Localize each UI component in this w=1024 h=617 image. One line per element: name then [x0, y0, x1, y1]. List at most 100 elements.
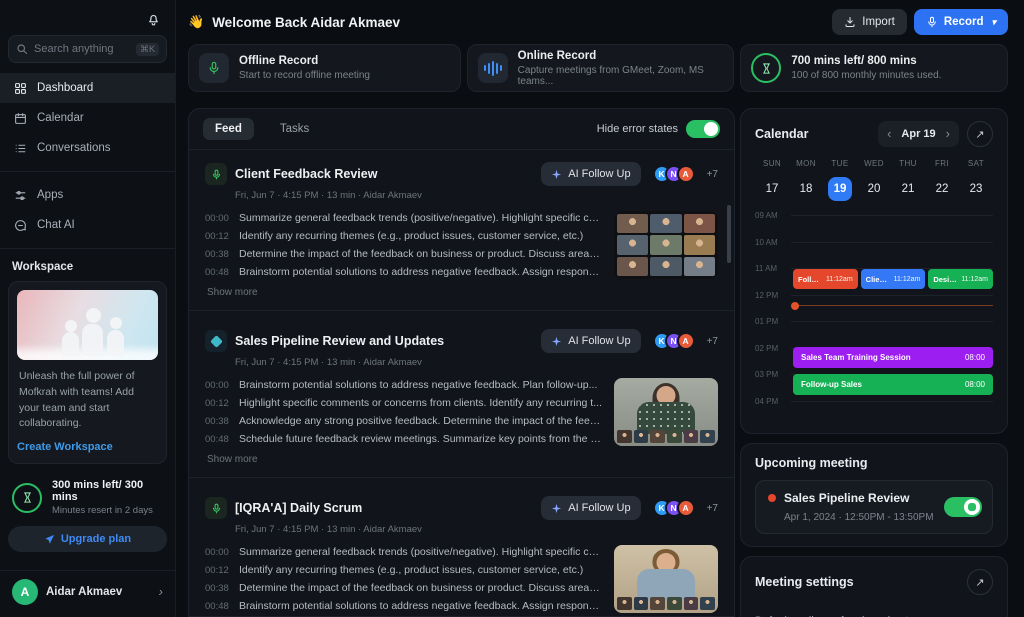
transcript-text: Highlight specific comments or concerns … [239, 397, 602, 409]
mic-icon [205, 163, 227, 185]
transcript-text: Brainstorm potential solutions to addres… [239, 600, 602, 612]
date-cell[interactable]: 17 [760, 177, 784, 201]
sidebar-item-label: Conversations [37, 142, 111, 154]
participant-avatars: KNA [659, 332, 695, 350]
calendar-event-block[interactable]: Follow-up Sales 08:00 [793, 374, 993, 395]
weekday-label: MON [796, 159, 816, 168]
calendar-day-column: MON 18 [789, 159, 823, 201]
next-date-arrow[interactable] [946, 127, 950, 140]
expand-calendar-button[interactable] [967, 121, 993, 147]
show-more-link[interactable]: Show more [207, 454, 718, 465]
tab-tasks[interactable]: Tasks [268, 118, 321, 140]
divider [0, 171, 175, 172]
upgrade-plan-button[interactable]: Upgrade plan [8, 526, 167, 552]
upcoming-meeting-item[interactable]: Sales Pipeline Review Apr 1, 2024 · 12:5… [755, 480, 993, 534]
date-cell[interactable]: 23 [964, 177, 988, 201]
ai-follow-up-button[interactable]: AI Follow Up [541, 329, 640, 353]
calendar-event-chip[interactable]: Client Fe...11:12am [861, 269, 926, 289]
online-record-card[interactable]: Online Record Capture meetings from GMee… [467, 44, 735, 92]
meeting-meta: Fri, Jun 7 · 4:15 PM · 13 min · Aidar Ak… [235, 524, 718, 535]
date-cell[interactable]: 18 [794, 177, 818, 201]
record-button[interactable]: Record [914, 9, 1008, 35]
sidebar-item-dashboard[interactable]: Dashboard [0, 73, 175, 103]
date-cell[interactable]: 21 [896, 177, 920, 201]
date-cell[interactable]: 20 [862, 177, 886, 201]
notifications-bell-icon[interactable] [146, 12, 161, 27]
user-menu[interactable]: A Aidar Akmaev [12, 579, 163, 605]
transcript-line: 00:48 Schedule future feedback review me… [205, 430, 602, 448]
sparkle-icon [551, 503, 562, 514]
show-more-link[interactable]: Show more [207, 287, 718, 298]
transcript-timestamp: 00:00 [205, 547, 231, 558]
quick-actions-row: Offline Record Start to record offline m… [188, 44, 1008, 92]
sidebar-item-label: Dashboard [37, 82, 93, 94]
search-icon [16, 43, 28, 55]
transcript-timestamp: 00:00 [205, 380, 231, 391]
weekday-label: SAT [968, 159, 984, 168]
hide-error-states-toggle[interactable] [686, 120, 720, 138]
calendar-event-chip[interactable]: Follow-u...11:12am [793, 269, 858, 289]
workspace-promo-text: Unleash the full power of Mofkrah with t… [19, 369, 156, 432]
create-workspace-link[interactable]: Create Workspace [17, 441, 113, 453]
time-row: 04 PM [755, 397, 993, 424]
transcript-text: Acknowledge any strong positive feedback… [239, 415, 602, 427]
scrollbar[interactable] [727, 205, 731, 263]
ai-follow-up-button[interactable]: AI Follow Up [541, 162, 640, 186]
transcript-line: 00:12 Identify any recurring themes (e.g… [205, 227, 602, 245]
time-label: 04 PM [755, 397, 791, 406]
transcript-timestamp: 00:12 [205, 231, 231, 242]
ai-follow-up-button[interactable]: AI Follow Up [541, 496, 640, 520]
import-button[interactable]: Import [832, 9, 907, 35]
time-label: 09 AM [755, 211, 791, 220]
time-label: 01 PM [755, 317, 791, 326]
weekday-label: FRI [935, 159, 949, 168]
sparkle-icon [551, 336, 562, 347]
calendar-date-nav: Apr 19 [878, 121, 959, 147]
sidebar-item-chat-ai[interactable]: Chat AI [0, 210, 175, 240]
weekday-label: THU [899, 159, 917, 168]
sidebar-item-calendar[interactable]: Calendar [0, 103, 175, 133]
sidebar-item-apps[interactable]: Apps [0, 180, 175, 210]
meeting-title[interactable]: Sales Pipeline Review and Updates [235, 334, 533, 348]
meeting-video-thumbnail[interactable] [614, 545, 718, 613]
calendar-day-column: THU 21 [891, 159, 925, 201]
calendar-day-column: TUE 19 [823, 159, 857, 201]
date-cell[interactable]: 19 [828, 177, 852, 201]
search-input[interactable] [34, 43, 130, 55]
date-cell[interactable]: 22 [930, 177, 954, 201]
tab-feed[interactable]: Feed [203, 118, 254, 140]
record-bot-toggle[interactable] [944, 497, 982, 517]
calendar-day-column: FRI 22 [925, 159, 959, 201]
day-schedule: 09 AM 10 AM 11 AM 12 PM 01 P [755, 211, 993, 425]
sidebar-item-label: Calendar [37, 112, 84, 124]
meeting-video-thumbnail[interactable] [614, 378, 718, 446]
mic-icon [926, 16, 938, 28]
hourglass-icon [12, 483, 42, 513]
feed-panel: Feed Tasks Hide error states Client Feed… [188, 108, 735, 617]
offline-record-card[interactable]: Offline Record Start to record offline m… [188, 44, 461, 92]
weekday-label: WED [864, 159, 884, 168]
open-settings-button[interactable] [967, 569, 993, 595]
meeting-title[interactable]: [IQRA'A] Daily Scrum [235, 501, 533, 515]
live-dot [768, 494, 776, 502]
user-name: Aidar Akmaev [46, 586, 151, 598]
meeting-title[interactable]: Client Feedback Review [235, 167, 533, 181]
sidebar: ⌘K Dashboard Calendar Conversations Apps… [0, 0, 176, 617]
time-row: 01 PM [755, 317, 993, 344]
meeting-item: Client Feedback Review AI Follow Up KNA … [189, 150, 734, 304]
transcript-line: 00:38 Determine the impact of the feedba… [205, 245, 602, 263]
minutes-usage: 300 mins left/ 300 mins Minutes resert i… [12, 479, 163, 516]
meeting-settings-card: Meeting settings Default audience for sh… [740, 556, 1008, 617]
sidebar-item-conversations[interactable]: Conversations [0, 133, 175, 163]
paper-plane-icon [44, 534, 55, 545]
divider [189, 477, 734, 478]
minutes-left-text: 300 mins left/ 300 mins [52, 479, 163, 503]
waveform-icon [478, 53, 508, 83]
chevron-down-icon [989, 16, 996, 28]
time-label: 10 AM [755, 238, 791, 247]
calendar-event-chip[interactable]: Design...11:12am [928, 269, 993, 289]
meeting-video-thumbnail[interactable] [614, 211, 718, 279]
transcript-text: Determine the impact of the feedback on … [239, 582, 602, 594]
calendar-event-block[interactable]: Sales Team Training Session 08:00 [793, 347, 993, 368]
prev-date-arrow[interactable] [887, 127, 891, 140]
